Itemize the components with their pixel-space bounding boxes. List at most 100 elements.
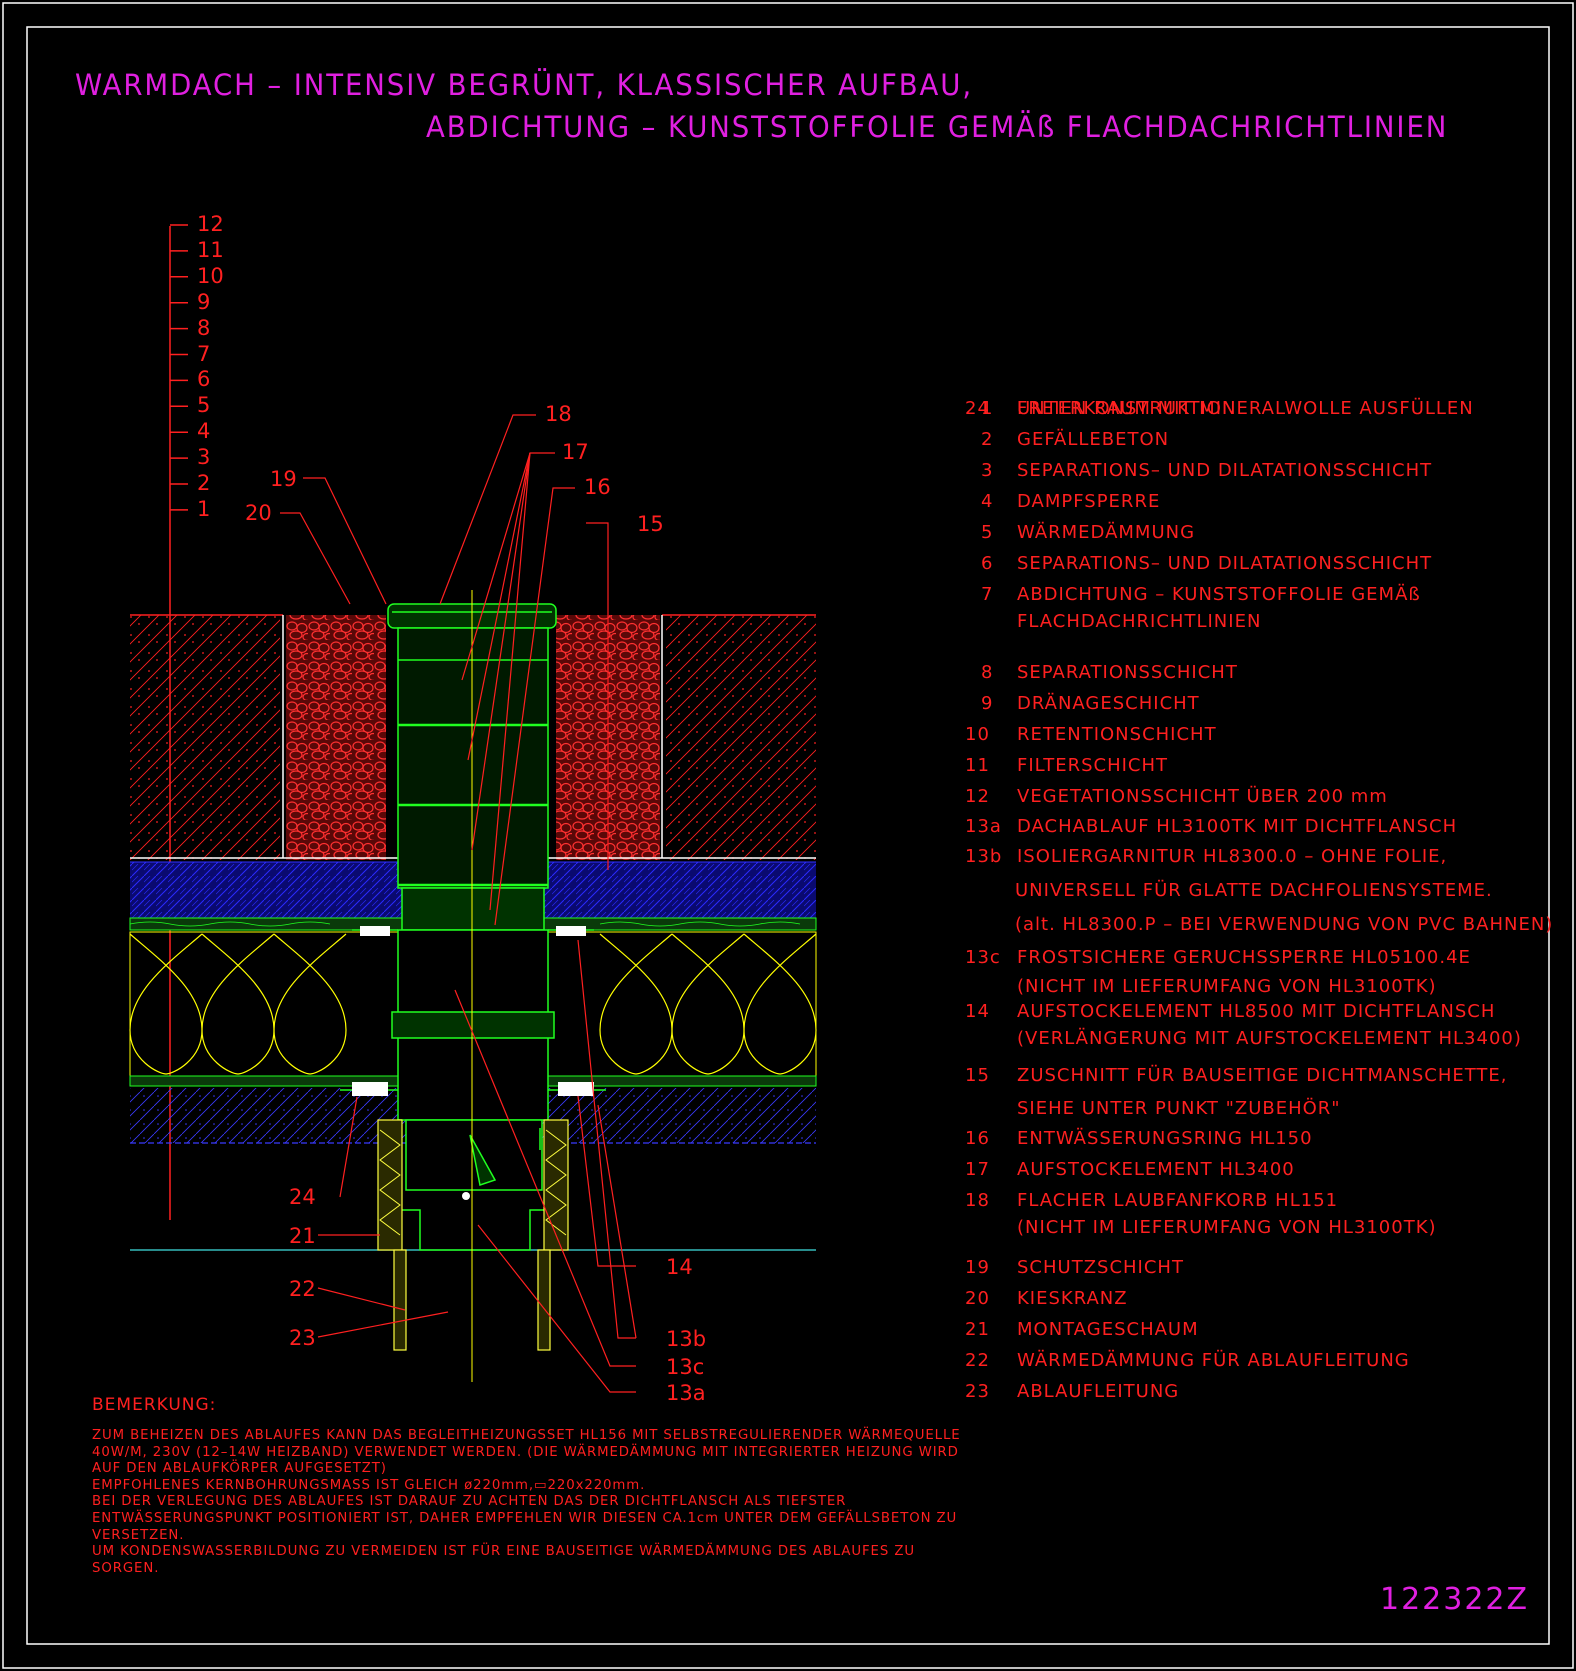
vegetation-layer-left: [130, 615, 280, 860]
drawing-number: 122322Z: [1380, 1582, 1530, 1617]
scale-label-8: 8: [197, 316, 211, 340]
scale-label-2: 2: [197, 471, 211, 495]
legend-text: SIEHE UNTER PUNKT "ZUBEHÖR": [1017, 1098, 1341, 1119]
scale-label-1: 1: [197, 497, 211, 521]
scale-label-6: 6: [197, 367, 211, 391]
legend-text: (VERLÄNGERUNG MIT AUFSTOCKELEMENT HL3400…: [1017, 1028, 1522, 1049]
remark-line: BEI DER VERLEGUNG DES ABLAUFES IST DARAU…: [92, 1494, 847, 1510]
legend-text: DRÄNAGESCHICHT: [1017, 693, 1200, 714]
remark-line: ZUM BEHEIZEN DES ABLAUFES KANN DAS BEGLE…: [92, 1428, 961, 1443]
insulation-loop: [671, 933, 745, 1075]
legend-text: FLACHDACHRICHTLINIEN: [1017, 611, 1262, 632]
callout-19: 19: [270, 467, 297, 491]
remark-line: UM KONDENSWASSERBILDUNG ZU VERMEIDEN IST…: [92, 1544, 915, 1560]
legend-number: 9: [981, 693, 994, 714]
legend-text: (NICHT IM LIEFERUMFANG VON HL3100TK): [1017, 976, 1437, 997]
legend-text: SEPARATIONSSCHICHT: [1017, 662, 1238, 683]
scale-label-11: 11: [197, 238, 224, 262]
legend-text: FREIEN RAUM MIT MINERALWOLLE AUSFÜLLEN: [1017, 398, 1474, 419]
insulation-loop: [743, 933, 817, 1075]
legend-number: 15: [965, 1065, 990, 1086]
remark-line: VERSETZEN.: [92, 1527, 185, 1543]
legend-text: (alt. HL8300.P – BEI VERWENDUNG VON PVC …: [1015, 914, 1554, 935]
scale-label-4: 4: [197, 419, 211, 443]
legend-text: WÄRMEDÄMMUNG: [1017, 522, 1196, 543]
legend-number: 8: [981, 662, 994, 683]
legend-number: 7: [981, 584, 994, 605]
legend-text: GEFÄLLEBETON: [1017, 429, 1170, 450]
legend-text: FLACHER LAUBFANFKORB HL151: [1017, 1190, 1339, 1211]
legend-number: 19: [965, 1257, 990, 1278]
remark-text: ZUM BEHEIZEN DES ABLAUFES KANN DAS BEGLE…: [92, 1428, 961, 1577]
callout-13c: 13c: [666, 1355, 705, 1379]
legend-number: 5: [981, 522, 994, 543]
legend-number: 21: [965, 1319, 990, 1340]
legend-text: SEPARATIONS– UND DILATATIONSSCHICHT: [1017, 553, 1433, 574]
legend-text: VEGETATIONSSCHICHT ÜBER 200 mm: [1017, 786, 1388, 807]
legend-text: FILTERSCHICHT: [1017, 755, 1169, 776]
callout-21: 21: [289, 1224, 316, 1248]
legend-number: 13b: [965, 846, 1003, 867]
legend-number: 14: [965, 1001, 990, 1022]
legend-number: 17: [965, 1159, 990, 1180]
legend-text: AUFSTOCKELEMENT HL3400: [1017, 1159, 1295, 1180]
insulation-loop: [599, 933, 673, 1075]
legend-text: ABLAUFLEITUNG: [1017, 1381, 1180, 1402]
legend-text: ENTWÄSSERUNGSRING HL150: [1017, 1128, 1313, 1149]
callout-20: 20: [245, 501, 272, 525]
legend-text: MONTAGESCHAUM: [1017, 1319, 1199, 1340]
legend-text: ISOLIERGARNITUR HL8300.0 – OHNE FOLIE,: [1017, 846, 1448, 867]
callout-16: 16: [584, 475, 611, 499]
legend-text: WÄRMEDÄMMUNG FÜR ABLAUFLEITUNG: [1017, 1350, 1410, 1371]
legend-number: 6: [981, 553, 994, 574]
legend-number: 3: [981, 460, 994, 481]
legend-text: FROSTSICHERE GERUCHSSPERRE HL05100.4E: [1017, 947, 1471, 968]
legend-text: UNIVERSELL FÜR GLATTE DACHFOLIENSYSTEME.: [1015, 880, 1493, 901]
callout-13a: 13a: [666, 1381, 706, 1405]
legend-text: ABDICHTUNG – KUNSTSTOFFOLIE GEMÄß: [1017, 584, 1421, 605]
callout-13b: 13b: [666, 1327, 707, 1351]
callout-23: 23: [289, 1326, 316, 1350]
legend-text: DACHABLAUF HL3100TK MIT DICHTFLANSCH: [1017, 816, 1458, 837]
legend-text: ZUSCHNITT FÜR BAUSEITIGE DICHTMANSCHETTE…: [1017, 1065, 1508, 1086]
legend-number: 18: [965, 1190, 990, 1211]
callout-14: 14: [666, 1255, 693, 1279]
legend-text: RETENTIONSCHICHT: [1017, 724, 1217, 745]
callout-15: 15: [637, 512, 664, 536]
remark-line: 40W/M, 230V (12–14W HEIZBAND) VERWENDET …: [92, 1444, 959, 1460]
legend-number: 22: [965, 1350, 990, 1371]
legend-number: 2: [981, 429, 994, 450]
drawing-title-line1: WARMDACH – INTENSIV BEGRÜNT, KLASSISCHER…: [75, 68, 974, 102]
remark-line: AUF DEN ABLAUFKÖRPER AUFGESETZT): [92, 1461, 387, 1477]
callout-22: 22: [289, 1277, 316, 1301]
insulation-loop: [201, 933, 275, 1075]
legend-number: 20: [965, 1288, 990, 1309]
scale-label-3: 3: [197, 445, 211, 469]
remark-line: EMPFOHLENES KERNBOHRUNGSMASS IST GLEICH …: [92, 1477, 646, 1493]
drawing-title-line2: ABDICHTUNG – KUNSTSTOFFOLIE GEMÄß FLACHD…: [426, 110, 1449, 144]
legend-number: 12: [965, 786, 990, 807]
callout-24: 24: [289, 1185, 316, 1209]
legend-number: 23: [965, 1381, 990, 1402]
legend-text: AUFSTOCKELEMENT HL8500 MIT DICHTFLANSCH: [1017, 1001, 1496, 1022]
legend-text: SEPARATIONS– UND DILATATIONSSCHICHT: [1017, 460, 1433, 481]
scale-label-7: 7: [197, 342, 211, 366]
vegetation-layer-right: [666, 615, 816, 860]
legend-number: 13a: [965, 816, 1002, 837]
remark-line: SORGEN.: [92, 1560, 160, 1576]
legend-number: 4: [981, 491, 994, 512]
scale-label-10: 10: [197, 264, 224, 288]
callout-18: 18: [545, 402, 572, 426]
remark-title: BEMERKUNG:: [92, 1395, 217, 1415]
callout-17: 17: [562, 440, 589, 464]
scale-label-5: 5: [197, 393, 211, 417]
legend-number: 24: [965, 398, 990, 419]
legend-text: (NICHT IM LIEFERUMFANG VON HL3100TK): [1017, 1217, 1437, 1238]
scale-label-9: 9: [197, 290, 211, 314]
insulation-loop: [273, 933, 347, 1075]
legend-text: DAMPFSPERRE: [1017, 491, 1161, 512]
scale-label-12: 12: [197, 212, 224, 236]
legend-text: SCHUTZSCHICHT: [1017, 1257, 1184, 1278]
legend-number: 16: [965, 1128, 990, 1149]
legend-number: 11: [965, 755, 990, 776]
